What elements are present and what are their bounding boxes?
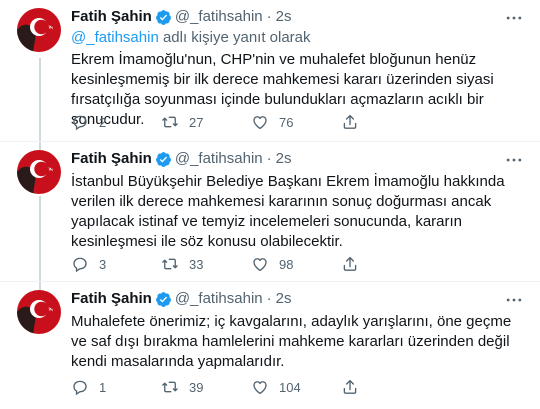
- share-button[interactable]: [341, 255, 371, 273]
- tweet-time[interactable]: 2s: [276, 289, 292, 309]
- more-horizontal-icon[interactable]: [504, 8, 524, 28]
- reply-count: 3: [99, 256, 107, 272]
- avatar[interactable]: [17, 150, 61, 194]
- retweet-count: 39: [189, 379, 204, 395]
- avatar[interactable]: [17, 8, 61, 52]
- reply-to-suffix: adlı kişiye yanıt olarak: [158, 29, 311, 46]
- like-button[interactable]: 76: [251, 113, 341, 131]
- retweet-button[interactable]: 39: [161, 378, 251, 396]
- tweet-text: İstanbul Büyükşehir Belediye Başkanı Ekr…: [71, 173, 505, 250]
- more-horizontal-icon[interactable]: [504, 150, 524, 170]
- author-name[interactable]: Fatih Şahin: [71, 289, 152, 309]
- tweet-time[interactable]: 2s: [276, 149, 292, 169]
- reply-count: 1: [99, 379, 107, 395]
- tweet[interactable]: Fatih Şahin @_fatihsahin · 2s İstanbul B…: [0, 142, 540, 280]
- reply-to-link[interactable]: @_fatihsahin: [71, 29, 159, 46]
- reply-count: 2: [99, 114, 107, 130]
- share-button[interactable]: [341, 113, 371, 131]
- reply-button[interactable]: 3: [71, 255, 161, 273]
- reply-button[interactable]: 2: [71, 113, 161, 131]
- like-button[interactable]: 98: [251, 255, 341, 273]
- author-name[interactable]: Fatih Şahin: [71, 7, 152, 27]
- like-count: 98: [279, 256, 294, 272]
- retweet-count: 33: [189, 256, 204, 272]
- author-handle[interactable]: @_fatihsahin: [175, 149, 263, 169]
- like-count: 76: [279, 114, 294, 130]
- avatar[interactable]: [17, 290, 61, 334]
- share-icon: [343, 379, 357, 394]
- like-button[interactable]: 104: [251, 378, 341, 396]
- share-icon: [343, 256, 357, 271]
- retweet-icon: [162, 116, 178, 128]
- separator-dot: ·: [266, 8, 272, 25]
- tweet-time[interactable]: 2s: [276, 7, 292, 27]
- tweet-header: Fatih Şahin @_fatihsahin · 2s: [71, 149, 291, 169]
- tweet-header: Fatih Şahin @_fatihsahin · 2s: [71, 7, 291, 27]
- tweet-actions: 3 33 98: [71, 255, 371, 273]
- retweet-icon: [162, 258, 178, 270]
- separator-dot: ·: [266, 290, 272, 307]
- verified-badge-icon: [155, 9, 171, 25]
- separator-dot: ·: [266, 150, 272, 167]
- retweet-count: 27: [189, 114, 204, 130]
- reply-icon: [73, 115, 87, 131]
- like-count: 104: [279, 379, 301, 395]
- verified-badge-icon: [155, 291, 171, 307]
- retweet-button[interactable]: 27: [161, 113, 251, 131]
- heart-icon: [253, 116, 267, 130]
- share-icon: [343, 114, 357, 129]
- reply-button[interactable]: 1: [71, 378, 161, 396]
- share-button[interactable]: [341, 378, 371, 396]
- reply-icon: [73, 257, 87, 273]
- tweet[interactable]: Fatih Şahin @_fatihsahin · 2s Muhalefete…: [0, 282, 540, 409]
- tweet-actions: 2 27 76: [71, 113, 371, 131]
- author-handle[interactable]: @_fatihsahin: [175, 7, 263, 27]
- tweet-header: Fatih Şahin @_fatihsahin · 2s: [71, 289, 291, 309]
- verified-badge-icon: [155, 151, 171, 167]
- heart-icon: [253, 381, 267, 395]
- retweet-button[interactable]: 33: [161, 255, 251, 273]
- reply-to-line: @_fatihsahin adlı kişiye yanıt olarak: [71, 28, 311, 48]
- tweet[interactable]: Fatih Şahin @_fatihsahin · 2s @_fatihsah…: [0, 0, 540, 141]
- heart-icon: [253, 258, 267, 272]
- tweet-actions: 1 39 104: [71, 378, 371, 396]
- reply-icon: [73, 380, 87, 396]
- author-handle[interactable]: @_fatihsahin: [175, 289, 263, 309]
- retweet-icon: [162, 381, 178, 393]
- tweet-text: Muhalefete önerimiz; iç kavgalarını, ada…: [71, 313, 512, 370]
- author-name[interactable]: Fatih Şahin: [71, 149, 152, 169]
- more-horizontal-icon[interactable]: [504, 290, 524, 310]
